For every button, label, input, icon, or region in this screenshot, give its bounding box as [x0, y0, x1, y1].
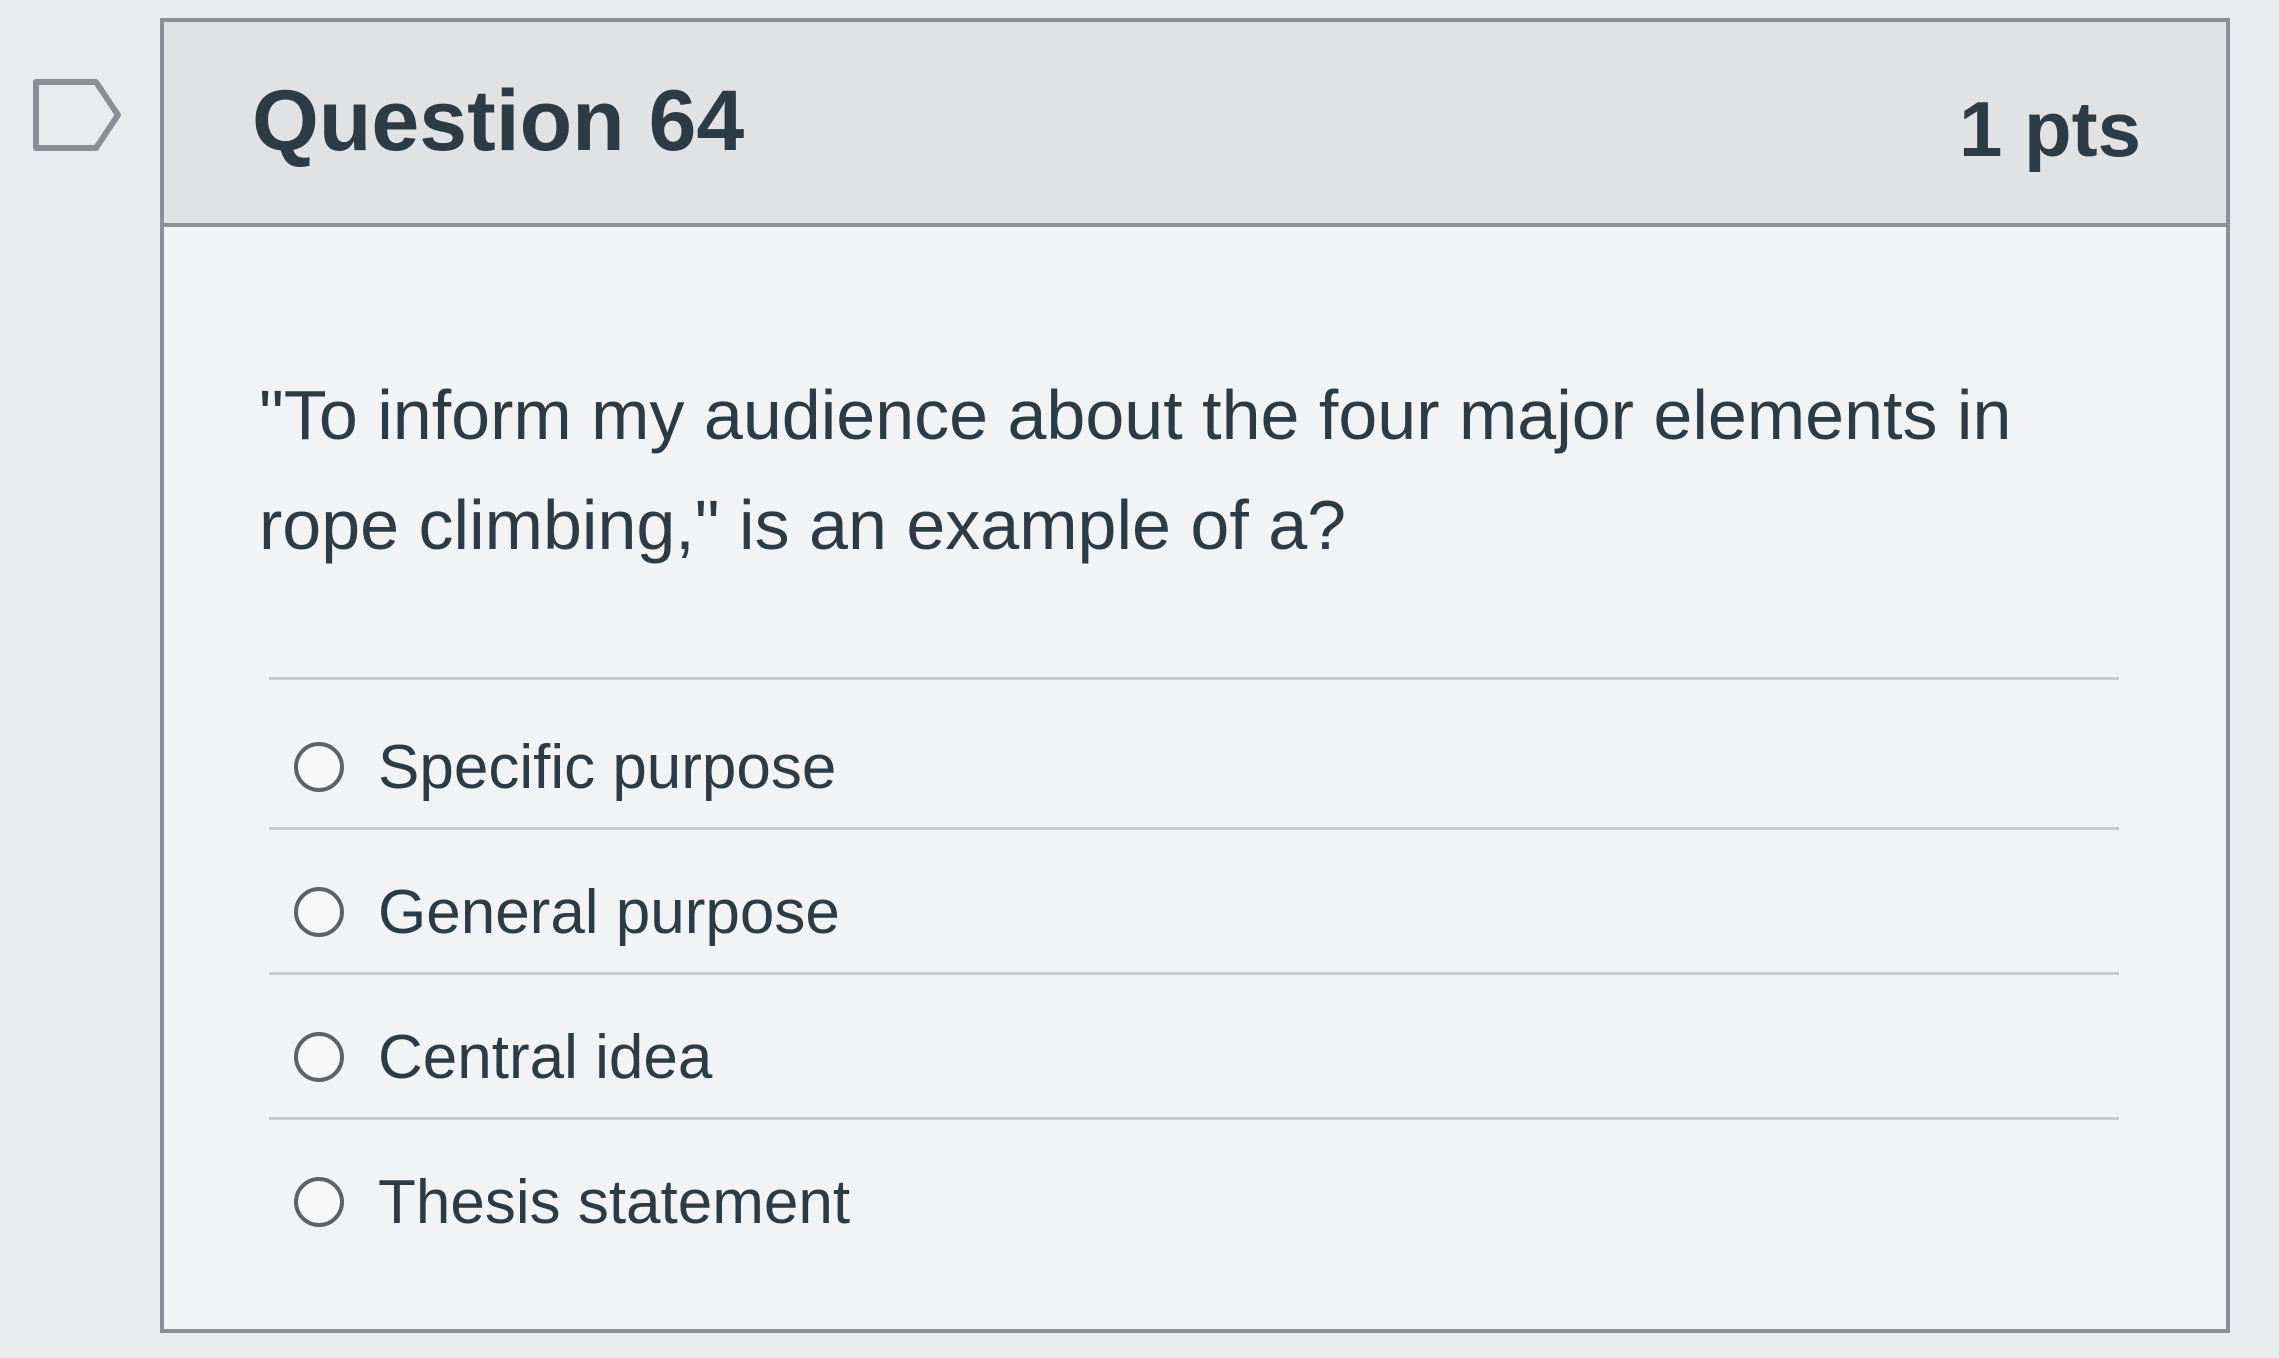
radio-button[interactable]: [294, 1177, 344, 1227]
flag-question-button[interactable]: [32, 78, 122, 152]
radio-button[interactable]: [294, 887, 344, 937]
answer-option-general-purpose[interactable]: General purpose: [294, 857, 840, 967]
answer-label: Central idea: [378, 1022, 713, 1092]
question-points: 1 pts: [1958, 85, 2141, 173]
answer-label: General purpose: [378, 877, 840, 947]
question-card: Question 64 1 pts "To inform my audience…: [160, 18, 2230, 1333]
answer-label: Thesis statement: [378, 1167, 851, 1237]
answer-label: Specific purpose: [378, 732, 837, 802]
question-title: Question 64: [252, 73, 745, 169]
answer-option-central-idea[interactable]: Central idea: [294, 1002, 712, 1112]
radio-button[interactable]: [294, 742, 344, 792]
divider: [269, 677, 2119, 680]
answer-option-thesis-statement[interactable]: Thesis statement: [294, 1147, 850, 1257]
answer-option-specific-purpose[interactable]: Specific purpose: [294, 712, 836, 822]
divider: [269, 1117, 2119, 1120]
question-header: Question 64 1 pts: [164, 22, 2226, 227]
divider: [269, 827, 2119, 830]
flag-outline-icon: [33, 79, 121, 151]
radio-button[interactable]: [294, 1032, 344, 1082]
question-text: "To inform my audience about the four ma…: [259, 376, 2012, 564]
divider: [269, 972, 2119, 975]
